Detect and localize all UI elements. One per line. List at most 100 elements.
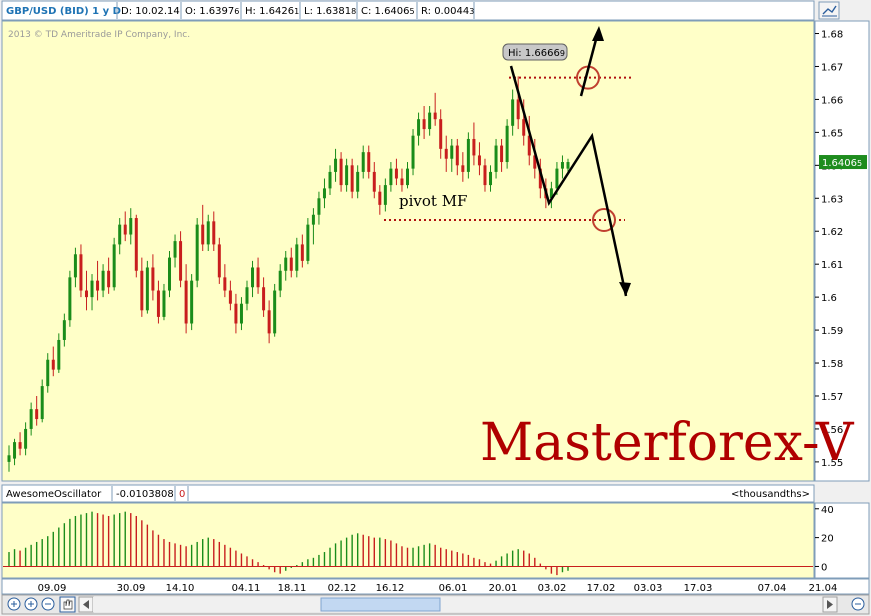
- scroll-right-button[interactable]: [822, 596, 838, 613]
- candle-body: [400, 178, 404, 186]
- candle-body: [477, 155, 481, 166]
- candle-body: [201, 224, 205, 245]
- price-tick-label: 1.61: [821, 260, 843, 271]
- candle-body: [555, 168, 559, 189]
- candle-body: [190, 280, 194, 324]
- candle-body: [112, 244, 116, 288]
- date-label: 04.11: [232, 583, 261, 594]
- oscillator-name: AwesomeOscillator: [6, 489, 102, 500]
- last-price-label: 1.64065: [822, 158, 862, 169]
- candle: [112, 237, 116, 291]
- candle-body: [516, 99, 520, 120]
- candle-body: [284, 257, 288, 271]
- price-tick-label: 1.67: [821, 62, 843, 73]
- hi-callout-label: Hi: 1.66669: [508, 48, 565, 59]
- candle-body: [267, 310, 271, 334]
- scrollbar-track[interactable]: [93, 597, 823, 612]
- candle-body: [206, 221, 210, 245]
- date-label: D: 10.02.14: [121, 6, 180, 17]
- watermark-text: Masterforex-V: [480, 413, 855, 473]
- date-label: 07.04: [758, 583, 787, 594]
- candle-body: [311, 214, 315, 225]
- candle-body: [322, 188, 326, 199]
- candle-body: [300, 244, 304, 261]
- candle-body: [46, 359, 50, 387]
- candle-body: [18, 442, 22, 449]
- candle-body: [151, 267, 155, 291]
- candle: [217, 237, 221, 284]
- zoom-out-right-button[interactable]: [851, 597, 865, 611]
- candle-body: [140, 270, 144, 311]
- candle-body: [73, 254, 77, 278]
- candle: [168, 251, 172, 298]
- date-label: 06.01: [439, 583, 468, 594]
- candle-body: [500, 145, 504, 163]
- date-label: 21.04: [809, 583, 838, 594]
- oscillator-value: -0.0103808: [116, 489, 174, 500]
- date-label: 03.03: [634, 583, 663, 594]
- price-tick-label: 1.66: [821, 95, 843, 106]
- osc-tick-label: 40: [821, 505, 834, 516]
- candle-body: [461, 165, 465, 172]
- candle-body: [35, 409, 39, 420]
- candle-body: [145, 267, 149, 311]
- chart-svg: GBP/USD (BID) 1 y D D: 10.02.14 O: 1.639…: [0, 0, 871, 616]
- candle-body: [79, 254, 83, 291]
- candle-body: [306, 224, 310, 261]
- candle-body: [40, 386, 44, 420]
- hi-callout: Hi: 1.66669: [502, 43, 568, 61]
- zoom-fit-button[interactable]: [24, 597, 38, 611]
- candle-body: [372, 171, 376, 192]
- candle-body: [184, 280, 188, 324]
- candle-body: [522, 119, 526, 136]
- date-label: 17.02: [587, 583, 616, 594]
- candle-body: [489, 171, 493, 186]
- price-plot-area[interactable]: [1, 20, 815, 482]
- candle-body: [68, 277, 72, 321]
- candle-body: [84, 290, 88, 298]
- candle-body: [378, 191, 382, 205]
- price-tick-label: 1.68: [821, 30, 843, 41]
- oscillator-units: <thousandths>: [731, 489, 810, 500]
- candle: [195, 218, 199, 288]
- close-label: C: 1.64065: [361, 6, 415, 17]
- candle-body: [439, 119, 443, 149]
- candle-body: [212, 221, 216, 245]
- candle-body: [156, 290, 160, 317]
- candle-body: [101, 270, 105, 291]
- candle-body: [511, 99, 515, 126]
- range-label: R: 0.00443: [421, 6, 474, 17]
- zoom-in-button[interactable]: [7, 597, 21, 611]
- scrollbar-thumb[interactable]: [320, 597, 441, 612]
- candle-body: [466, 138, 470, 172]
- pan-hand-button[interactable]: [59, 596, 76, 613]
- candle-body: [295, 244, 299, 271]
- copyright-text: 2013 © TD Ameritrade IP Company, Inc.: [8, 30, 190, 40]
- zoom-out-button[interactable]: [41, 597, 55, 611]
- chart-window: GBP/USD (BID) 1 y D D: 10.02.14 O: 1.639…: [0, 0, 871, 616]
- candle-body: [444, 148, 448, 159]
- candle-body: [328, 171, 332, 189]
- candle: [505, 119, 509, 169]
- candle-body: [251, 267, 255, 288]
- candle-body: [405, 168, 409, 186]
- candle-body: [345, 165, 349, 186]
- date-label: 14.10: [166, 583, 195, 594]
- candle-body: [289, 257, 293, 271]
- date-label: 30.09: [117, 583, 146, 594]
- open-label: O: 1.63976: [185, 6, 239, 17]
- candle-body: [278, 270, 282, 291]
- price-tick-label: 1.65: [821, 128, 843, 139]
- date-label: 18.11: [278, 583, 307, 594]
- candle-body: [123, 224, 127, 235]
- osc-tick-label: 20: [821, 534, 834, 545]
- low-label: L: 1.63818: [304, 6, 356, 17]
- candle: [68, 270, 72, 327]
- date-label: 09.09: [38, 583, 67, 594]
- bottom-toolbar: [1, 594, 870, 615]
- candle-body: [234, 303, 238, 324]
- scroll-left-button[interactable]: [78, 596, 94, 613]
- osc-tick-label: 0: [821, 562, 827, 573]
- candle-body: [334, 158, 338, 172]
- chart-style-button[interactable]: [818, 1, 840, 20]
